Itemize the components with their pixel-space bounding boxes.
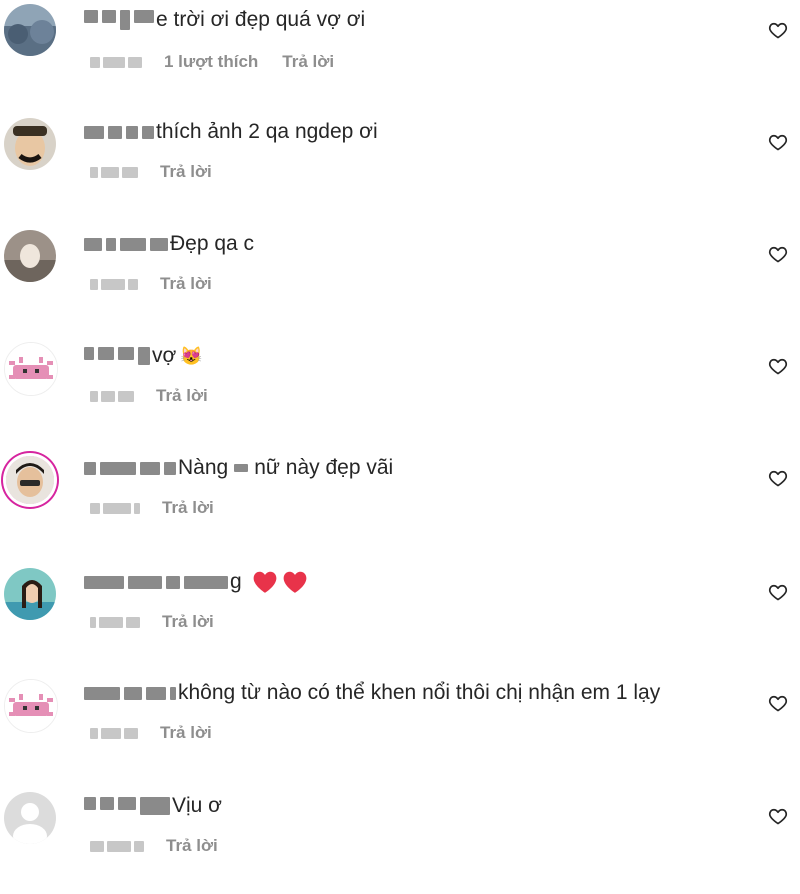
avatar[interactable] [4, 792, 56, 844]
comment-text-line: Vịu ơ [84, 792, 222, 820]
comment-text-line: e trời ơi đẹp quá vợ ơi [84, 6, 365, 34]
comment-meta: Trả lời [90, 723, 212, 743]
avatar[interactable] [4, 342, 58, 396]
avatar[interactable] [4, 230, 56, 282]
comment-item: g Trả lời [0, 562, 800, 662]
heart-outline-icon[interactable] [768, 468, 788, 488]
comment-text: Nàng [178, 456, 229, 479]
red-heart-emoji [253, 571, 277, 593]
comment-meta: Trả lời [90, 274, 212, 294]
reply-button[interactable]: Trả lời [156, 386, 208, 406]
redacted-username[interactable] [84, 347, 150, 365]
comment-text-line: không từ nào có thể khen nổi thôi chị nh… [84, 679, 660, 707]
reply-button[interactable]: Trả lời [162, 612, 214, 632]
comment-item: Đẹp qa c Trả lời [0, 224, 800, 324]
reply-button[interactable]: Trả lời [282, 52, 334, 72]
redacted-timestamp [90, 727, 138, 739]
comment-text: Đẹp qa c [170, 232, 255, 255]
reply-button[interactable]: Trả lời [160, 274, 212, 294]
avatar[interactable] [4, 118, 56, 170]
reply-button[interactable]: Trả lời [162, 498, 214, 518]
heart-outline-icon[interactable] [768, 582, 788, 602]
comment-meta: Trả lời [90, 836, 218, 856]
redacted-username[interactable] [84, 686, 176, 700]
comment-text: Vịu ơ [172, 794, 222, 817]
heart-outline-icon[interactable] [768, 806, 788, 826]
comment-text: e trời ơi đẹp quá vợ ơi [156, 8, 366, 31]
comment-text-line: thích ảnh 2 qa ngdep ơi [84, 118, 378, 146]
heart-outline-icon[interactable] [768, 244, 788, 264]
comment-text-line: Nàng nữ này đẹp vãi [84, 454, 393, 482]
comment-text-cont: nữ này đẹp vãi [254, 456, 394, 479]
redacted-timestamp [90, 616, 140, 628]
avatar[interactable] [4, 4, 56, 56]
redacted-username[interactable] [84, 237, 168, 251]
heart-outline-icon[interactable] [768, 693, 788, 713]
cat-heart-eyes-emoji: 😻 [180, 345, 203, 366]
redacted-timestamp [90, 278, 138, 290]
reply-button[interactable]: Trả lời [160, 723, 212, 743]
redacted-word [234, 464, 249, 472]
comment-text: thích ảnh 2 qa ngdep ơi [156, 120, 378, 143]
comment-text: g [230, 570, 242, 593]
redacted-timestamp [90, 390, 134, 402]
reply-button[interactable]: Trả lời [160, 162, 212, 182]
redacted-username[interactable] [84, 10, 154, 30]
comment-meta: Trả lời [90, 498, 214, 518]
comment-item: không từ nào có thể khen nổi thôi chị nh… [0, 673, 800, 773]
red-heart-emoji [283, 571, 307, 593]
comment-text-line: Đẹp qa c [84, 230, 254, 258]
redacted-username[interactable] [84, 575, 228, 589]
comment-meta: Trả lời [90, 162, 212, 182]
comment-text-line: vợ 😻 [84, 342, 203, 370]
comment-meta: Trả lời [90, 386, 208, 406]
redacted-timestamp [90, 840, 144, 852]
comment-item: e trời ơi đẹp quá vợ ơi 1 lượt thích Trả… [0, 0, 800, 100]
comment-meta: 1 lượt thích Trả lời [90, 52, 334, 72]
comment-text-line: g [84, 568, 308, 596]
comment-item: vợ 😻 Trả lời [0, 336, 800, 436]
redacted-username[interactable] [84, 797, 170, 815]
redacted-timestamp [90, 502, 140, 514]
likes-count[interactable]: 1 lượt thích [164, 52, 258, 72]
avatar[interactable] [4, 679, 58, 733]
redacted-username[interactable] [84, 461, 176, 475]
comment-text: không từ nào có thể khen nổi thôi chị nh… [178, 681, 661, 704]
redacted-timestamp [90, 166, 138, 178]
heart-outline-icon[interactable] [768, 20, 788, 40]
heart-outline-icon[interactable] [768, 356, 788, 376]
comment-item: Nàng nữ này đẹp vãi Trả lời [0, 448, 800, 548]
comment-text: vợ [152, 344, 177, 367]
reply-button[interactable]: Trả lời [166, 836, 218, 856]
comment-item: thích ảnh 2 qa ngdep ơi Trả lời [0, 112, 800, 212]
heart-outline-icon[interactable] [768, 132, 788, 152]
avatar-with-story-ring[interactable] [6, 456, 54, 504]
redacted-timestamp [90, 56, 142, 68]
redacted-username[interactable] [84, 125, 154, 139]
avatar[interactable] [4, 568, 56, 620]
comment-item: Vịu ơ Trả lời [0, 786, 800, 886]
comment-meta: Trả lời [90, 612, 214, 632]
